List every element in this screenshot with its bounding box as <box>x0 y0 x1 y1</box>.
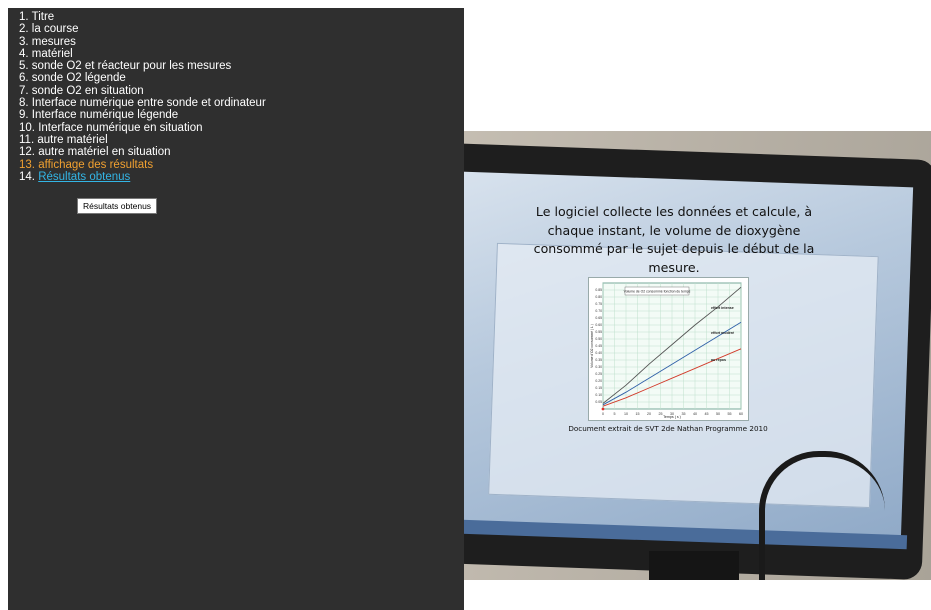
menu-item-label: autre matériel en situation <box>38 146 171 159</box>
menu-item-number: 4. <box>19 47 29 60</box>
menu-item-number: 11. <box>19 133 35 146</box>
x-tick-label: 40 <box>693 412 697 416</box>
menu-item-number: 9. <box>19 109 29 122</box>
x-tick-label: 20 <box>647 412 651 416</box>
menu-item-number: 14. <box>19 170 35 183</box>
x-tick-label: 35 <box>682 412 686 416</box>
x-tick-label: 25 <box>659 412 663 416</box>
tooltip: Résultats obtenus <box>77 198 158 214</box>
menu-item-2[interactable]: 2. la course <box>19 23 464 35</box>
menu-item-number: 1. <box>19 11 29 23</box>
x-tick-label: 5 <box>614 412 616 416</box>
y-tick-label: 0.50 <box>595 337 602 341</box>
y-tick-label: 0.85 <box>595 288 602 292</box>
x-tick-label: 55 <box>728 412 732 416</box>
menu-item-12[interactable]: 12. autre matériel en situation <box>19 146 464 158</box>
menu-item-number: 13. <box>19 158 35 171</box>
series-label: effort intense <box>711 306 734 310</box>
menu-item-number: 10. <box>19 121 35 134</box>
menu-item-3[interactable]: 3. mesures <box>19 36 464 48</box>
slide-menu: 1. Titre 2. la course 3. mesures 4. matérie… <box>8 8 464 183</box>
source-note: Document extrait de SVT 2de Nathan Progr… <box>568 424 768 433</box>
y-tick-label: 0.10 <box>595 393 602 397</box>
menu-item-10[interactable]: 10. Interface numérique en situation <box>19 122 464 134</box>
chart-image: 0 5 10 15 20 25 30 35 40 45 50 55 60 0.05 0.10 0.15 0.20… <box>588 277 749 421</box>
series-label: au repos <box>711 358 726 362</box>
menu-item-number: 12. <box>19 146 35 159</box>
x-tick-label: 60 <box>739 412 743 416</box>
monitor-stand <box>649 551 739 580</box>
menu-item-7[interactable]: 7. sonde O2 en situation <box>19 85 464 97</box>
menu-item-label: sonde O2 légende <box>31 72 126 85</box>
menu-item-1[interactable]: 1. Titre <box>19 11 464 23</box>
menu-item-13[interactable]: 13. affichage des résultats <box>19 159 464 171</box>
menu-item-11[interactable]: 11. autre matériel <box>19 134 464 146</box>
origin-marker <box>601 407 605 411</box>
x-tick-label: 45 <box>705 412 709 416</box>
menu-item-label: matériel <box>31 47 73 60</box>
y-tick-label: 0.80 <box>595 295 602 299</box>
menu-item-number: 6. <box>19 72 29 85</box>
menu-item-14[interactable]: 14. Résultats obtenus <box>19 171 464 183</box>
y-tick-label: 0.30 <box>595 365 602 369</box>
y-tick-label: 0.70 <box>595 309 602 313</box>
menu-item-label: Interface numérique entre sonde et ordin… <box>31 97 266 110</box>
y-tick-label: 0.75 <box>595 302 602 306</box>
y-tick-label: 0.05 <box>595 400 602 404</box>
y-tick-label: 0.20 <box>595 379 602 383</box>
y-tick-label: 0.15 <box>595 386 602 390</box>
y-tick-label: 0.25 <box>595 372 602 376</box>
menu-item-9[interactable]: 9. Interface numérique légende <box>19 109 464 121</box>
oxygen-chart: 0 5 10 15 20 25 30 35 40 45 50 55 600.050.100.150.20… <box>590 282 743 419</box>
menu-item-number: 8. <box>19 97 29 110</box>
y-tick-label: 0.60 <box>595 323 602 327</box>
x-axis-label: Temps ( s ) <box>663 415 681 419</box>
menu-item-number: 7. <box>19 84 29 97</box>
menu-item-number: 3. <box>19 35 29 48</box>
series-label: effort modéré <box>711 331 734 335</box>
menu-item-number: 2. <box>19 23 29 36</box>
menu-item-label: Résultats obtenus <box>38 170 131 183</box>
slide-menu-panel: 1. Titre 2. la course 3. mesures 4. matérie… <box>8 8 464 610</box>
menu-item-6[interactable]: 6. sonde O2 légende <box>19 72 464 84</box>
menu-item-label: mesures <box>31 35 76 48</box>
y-tick-label: 0.45 <box>595 344 602 348</box>
y-tick-label: 0.40 <box>595 351 602 355</box>
menu-item-8[interactable]: 8. Interface numérique entre sonde et or… <box>19 97 464 109</box>
y-tick-label: 0.35 <box>595 358 602 362</box>
menu-item-4[interactable]: 4. matériel <box>19 48 464 60</box>
chart-title: Volume de O2 consommé fonction du temps <box>624 289 691 293</box>
menu-item-number: 5. <box>19 60 29 73</box>
x-tick-label: 50 <box>716 412 720 416</box>
menu-item-label: Interface numérique en situation <box>38 121 203 134</box>
monitor-cable <box>759 451 885 580</box>
y-tick-label: 0.55 <box>595 330 602 334</box>
menu-item-label: sonde O2 et réacteur pour les mesures <box>31 60 232 73</box>
menu-item-label: la course <box>31 23 79 36</box>
y-axis-label: Volume d'O2 consommé ( L ) <box>590 324 594 368</box>
slide-caption: Le logiciel collecte les données et calc… <box>533 204 815 275</box>
x-tick-label: 15 <box>636 412 640 416</box>
x-tick-label: 10 <box>624 412 628 416</box>
menu-item-label: Titre <box>31 11 55 23</box>
menu-item-5[interactable]: 5. sonde O2 et réacteur pour les mesures <box>19 60 464 72</box>
menu-item-label: affichage des résultats <box>38 158 154 171</box>
y-tick-label: 0.65 <box>595 316 602 320</box>
menu-item-label: sonde O2 en situation <box>31 84 144 97</box>
x-tick-label: 0 <box>602 412 604 416</box>
menu-item-label: autre matériel <box>37 133 108 146</box>
menu-item-label: Interface numérique légende <box>31 109 179 122</box>
